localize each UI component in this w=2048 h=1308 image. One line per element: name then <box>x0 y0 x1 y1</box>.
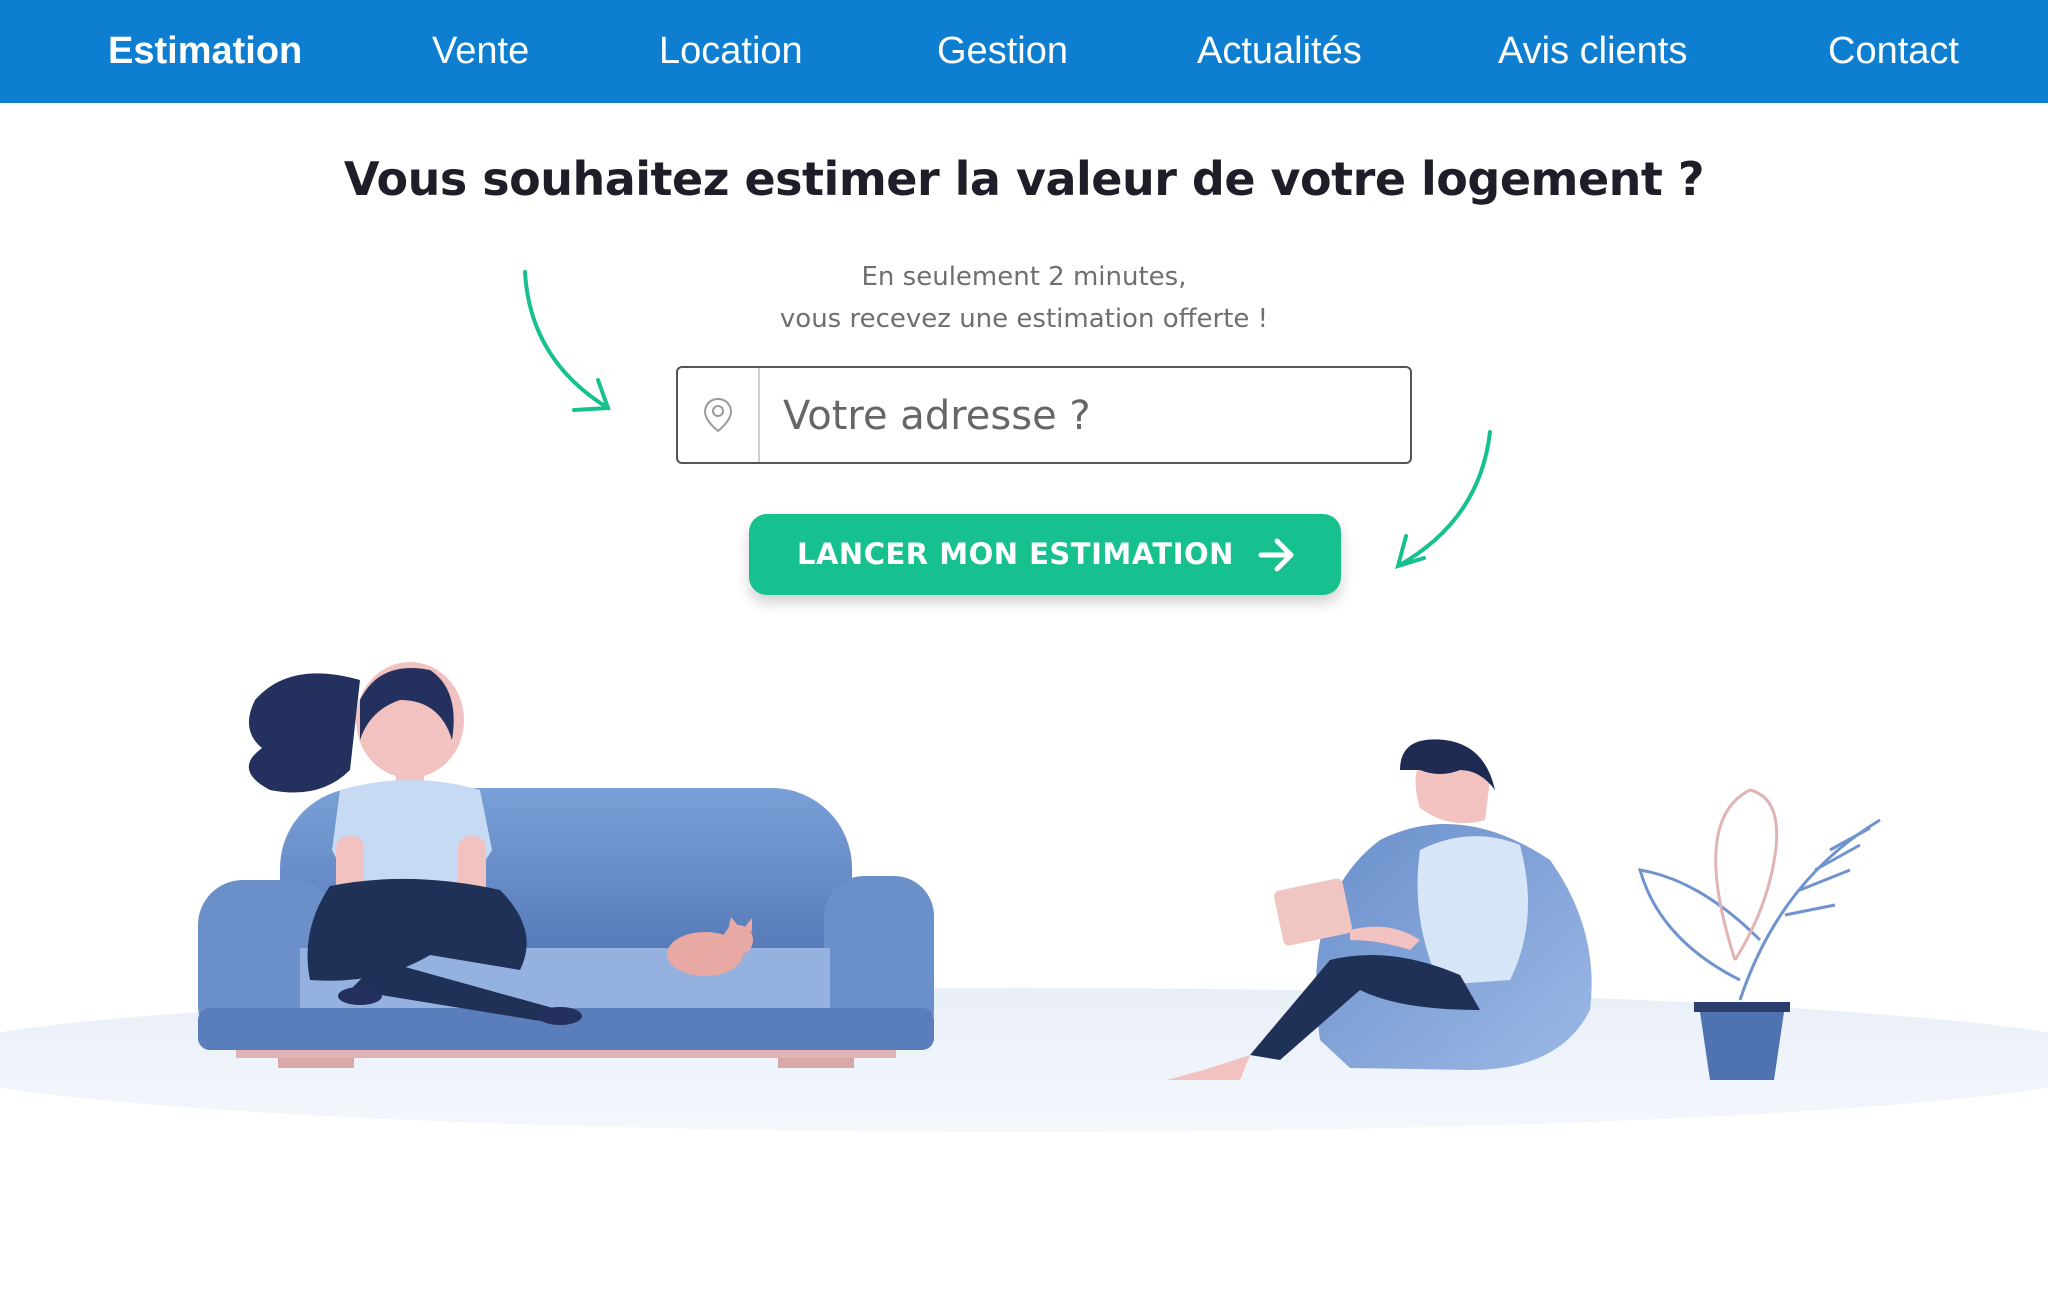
plant-pot-illustration <box>1694 1002 1790 1080</box>
address-input[interactable] <box>761 368 1425 464</box>
left-curved-arrow-icon <box>523 270 611 412</box>
address-search-box <box>676 366 1425 464</box>
arrow-right-icon <box>1258 538 1294 572</box>
sofa-illustration <box>198 788 934 1068</box>
plant-illustration <box>1637 788 1881 1001</box>
launch-estimation-button[interactable]: LANCER MON ESTIMATION <box>749 514 1341 595</box>
subtitle-line-1: En seulement 2 minutes, <box>861 262 1187 292</box>
page-title: Vous souhaitez estimer la valeur de votr… <box>343 152 1705 206</box>
launch-estimation-button-label: LANCER MON ESTIMATION <box>797 537 1234 571</box>
subtitle-line-2: vous recevez une estimation offerte ! <box>779 304 1269 334</box>
location-pin-icon <box>678 368 760 462</box>
